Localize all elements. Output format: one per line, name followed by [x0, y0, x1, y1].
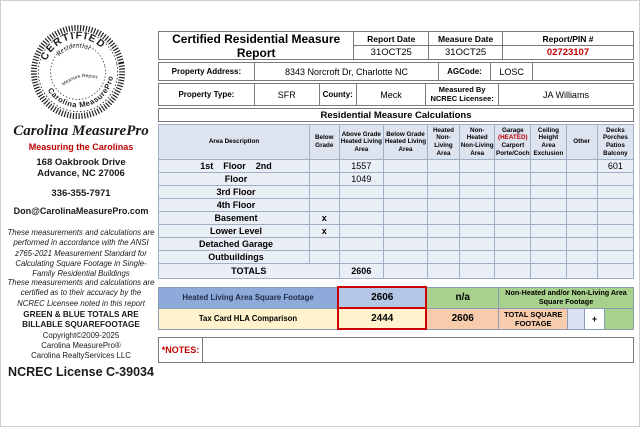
col-below-grade-heated: Below Grade Heated Living Area: [384, 125, 428, 160]
plus-button[interactable]: +: [584, 308, 605, 329]
property-address-label: Property Address:: [159, 63, 254, 80]
row-label: 1st Floor 2nd: [159, 160, 310, 173]
row-label: Floor: [159, 173, 310, 186]
row-label: Detached Garage: [159, 238, 310, 251]
decks-value: 601: [597, 160, 633, 173]
table-row: Basement x: [159, 212, 634, 225]
property-type-value: SFR: [254, 84, 319, 105]
col-ceiling-height: Ceiling Height Area Exclusion: [531, 125, 566, 160]
nonliving-area-label: Non-Heated and/or Non-Living Area Square…: [499, 287, 634, 308]
table-row: Floor 1049: [159, 173, 634, 186]
col-garage: Garage (HEATED) Carport Porte/Coch: [495, 125, 531, 160]
disclaimer-certified: These measurements and calculations are …: [7, 278, 155, 309]
measured-by-label: Measured By NCREC Licensee:: [425, 84, 498, 105]
report-date-label: Report Date: [354, 32, 428, 45]
row-label: 3rd Floor: [159, 186, 310, 199]
copyright-line: Carolina RealtyServices LLC: [7, 351, 155, 361]
tax-card-value: 2444: [338, 308, 426, 329]
certified-seal: CERTIFIED Residential Measure Report Car…: [29, 23, 127, 121]
col-area-description: Area Description: [159, 125, 310, 160]
notes-box: *NOTES:: [158, 337, 634, 363]
row-label: 4th Floor: [159, 199, 310, 212]
copyright-line: Copyright©2009-2025: [7, 331, 155, 341]
heated-living-row: Heated Living Area Square Footage 2606 n…: [159, 287, 634, 308]
copyright-block: Copyright©2009-2025 Carolina MeasurePro®…: [7, 331, 155, 361]
report-header: Certified Residential Measure Report Rep…: [158, 31, 634, 60]
summary-blue-cell: [568, 308, 584, 329]
row-label: Lower Level: [159, 225, 310, 238]
measure-date-label: Measure Date: [428, 32, 502, 45]
brand-tagline: Measuring the Carolinas: [7, 142, 155, 152]
brand-name: Carolina MeasurePro: [7, 123, 155, 140]
table-row: 4th Floor: [159, 199, 634, 212]
county-value: Meck: [356, 84, 426, 105]
measure-date-value: 31OCT25: [428, 46, 502, 59]
heated-living-label: Heated Living Area Square Footage: [159, 287, 339, 308]
notes-label: *NOTES:: [159, 338, 203, 362]
address-line-2: Advance, NC 27006: [7, 168, 155, 179]
heated-living-value: 2606: [338, 287, 426, 308]
totals-label: TOTALS: [159, 264, 340, 279]
property-address-value: 8343 Norcroft Dr, Charlotte NC: [254, 63, 438, 80]
ncrec-license: NCREC License C-39034: [7, 365, 155, 379]
table-row: 3rd Floor: [159, 186, 634, 199]
address-line-1: 168 Oakbrook Drive: [7, 157, 155, 168]
summary-table: Heated Living Area Square Footage 2606 n…: [158, 286, 634, 330]
garage-heated-label: (HEATED): [498, 134, 528, 141]
total-sqft-label: TOTAL SQUARE FOOTAGE: [499, 308, 568, 329]
address-row-spacer: [532, 63, 633, 80]
email-address[interactable]: Don@CarolinaMeasurePro.com: [7, 206, 155, 216]
agcode-label: AGCode:: [438, 63, 490, 80]
summary-green-cell: [605, 308, 634, 329]
table-row: 1st Floor 2nd 1557 601: [159, 160, 634, 173]
notes-input[interactable]: [203, 338, 633, 362]
seal-stamp-icon: CERTIFIED Residential Measure Report Car…: [29, 23, 127, 121]
na-value: n/a: [426, 287, 498, 308]
above-grade-value: 1557: [339, 160, 384, 173]
report-page: CERTIFIED Residential Measure Report Car…: [0, 0, 640, 427]
above-grade-value: 1049: [339, 173, 384, 186]
pin-value: 02723107: [502, 46, 633, 59]
copyright-line: Carolina MeasurePro®: [7, 341, 155, 351]
table-row: Detached Garage: [159, 238, 634, 251]
billable-note: GREEN & BLUE TOTALS ARE BILLABLE SQUAREF…: [7, 310, 155, 331]
agcode-value: LOSC: [490, 63, 533, 80]
svg-text:Carolina MeasurePro: Carolina MeasurePro: [45, 73, 120, 116]
col-heated-nonliving: Heated Non-Living Area: [427, 125, 459, 160]
svg-text:Measure Report: Measure Report: [60, 70, 100, 88]
calc-header-row: Area Description Below Grade Above Grade…: [159, 125, 634, 160]
property-type-row: Property Type: SFR County: Meck Measured…: [158, 83, 634, 106]
garage-label: Garage: [502, 127, 524, 134]
totals-above-grade-value: 2606: [339, 264, 384, 279]
county-label: County:: [319, 84, 356, 105]
report-date-value: 31OCT25: [354, 46, 428, 59]
disclaimer-ansi: These measurements and calculations are …: [7, 228, 155, 279]
garage-carport-label: Carport Porte/Coch: [496, 142, 530, 157]
measured-by-value: JA Williams: [498, 84, 633, 105]
table-row: Outbuildings: [159, 251, 634, 264]
table-row: Lower Level x: [159, 225, 634, 238]
row-label: Outbuildings: [159, 251, 310, 264]
property-type-label: Property Type:: [159, 84, 254, 105]
col-other: Other: [566, 125, 597, 160]
property-address-row: Property Address: 8343 Norcroft Dr, Char…: [158, 62, 634, 81]
below-grade-mark: x: [310, 212, 339, 225]
totals-row: TOTALS 2606: [159, 264, 634, 279]
measure-calculations-table: Area Description Below Grade Above Grade…: [158, 124, 634, 279]
col-decks: Decks Porches Patios Balcony: [597, 125, 633, 160]
report-title: Certified Residential Measure Report: [159, 32, 353, 59]
phone-number: 336-355-7971: [7, 188, 155, 199]
col-below-grade: Below Grade: [310, 125, 339, 160]
section-title: Residential Measure Calculations: [158, 108, 634, 122]
tax-card-row: Tax Card HLA Comparison 2444 2606 TOTAL …: [159, 308, 634, 329]
col-above-grade-heated: Above Grade Heated Living Area: [339, 125, 384, 160]
below-grade-mark: x: [310, 225, 339, 238]
pin-label: Report/PIN #: [502, 32, 633, 45]
tax-card-label: Tax Card HLA Comparison: [159, 308, 339, 329]
col-nonheated-nonliving: Non-Heated Non-Living Area: [460, 125, 495, 160]
total-sqft-value: 2606: [426, 308, 498, 329]
row-label: Basement: [159, 212, 310, 225]
